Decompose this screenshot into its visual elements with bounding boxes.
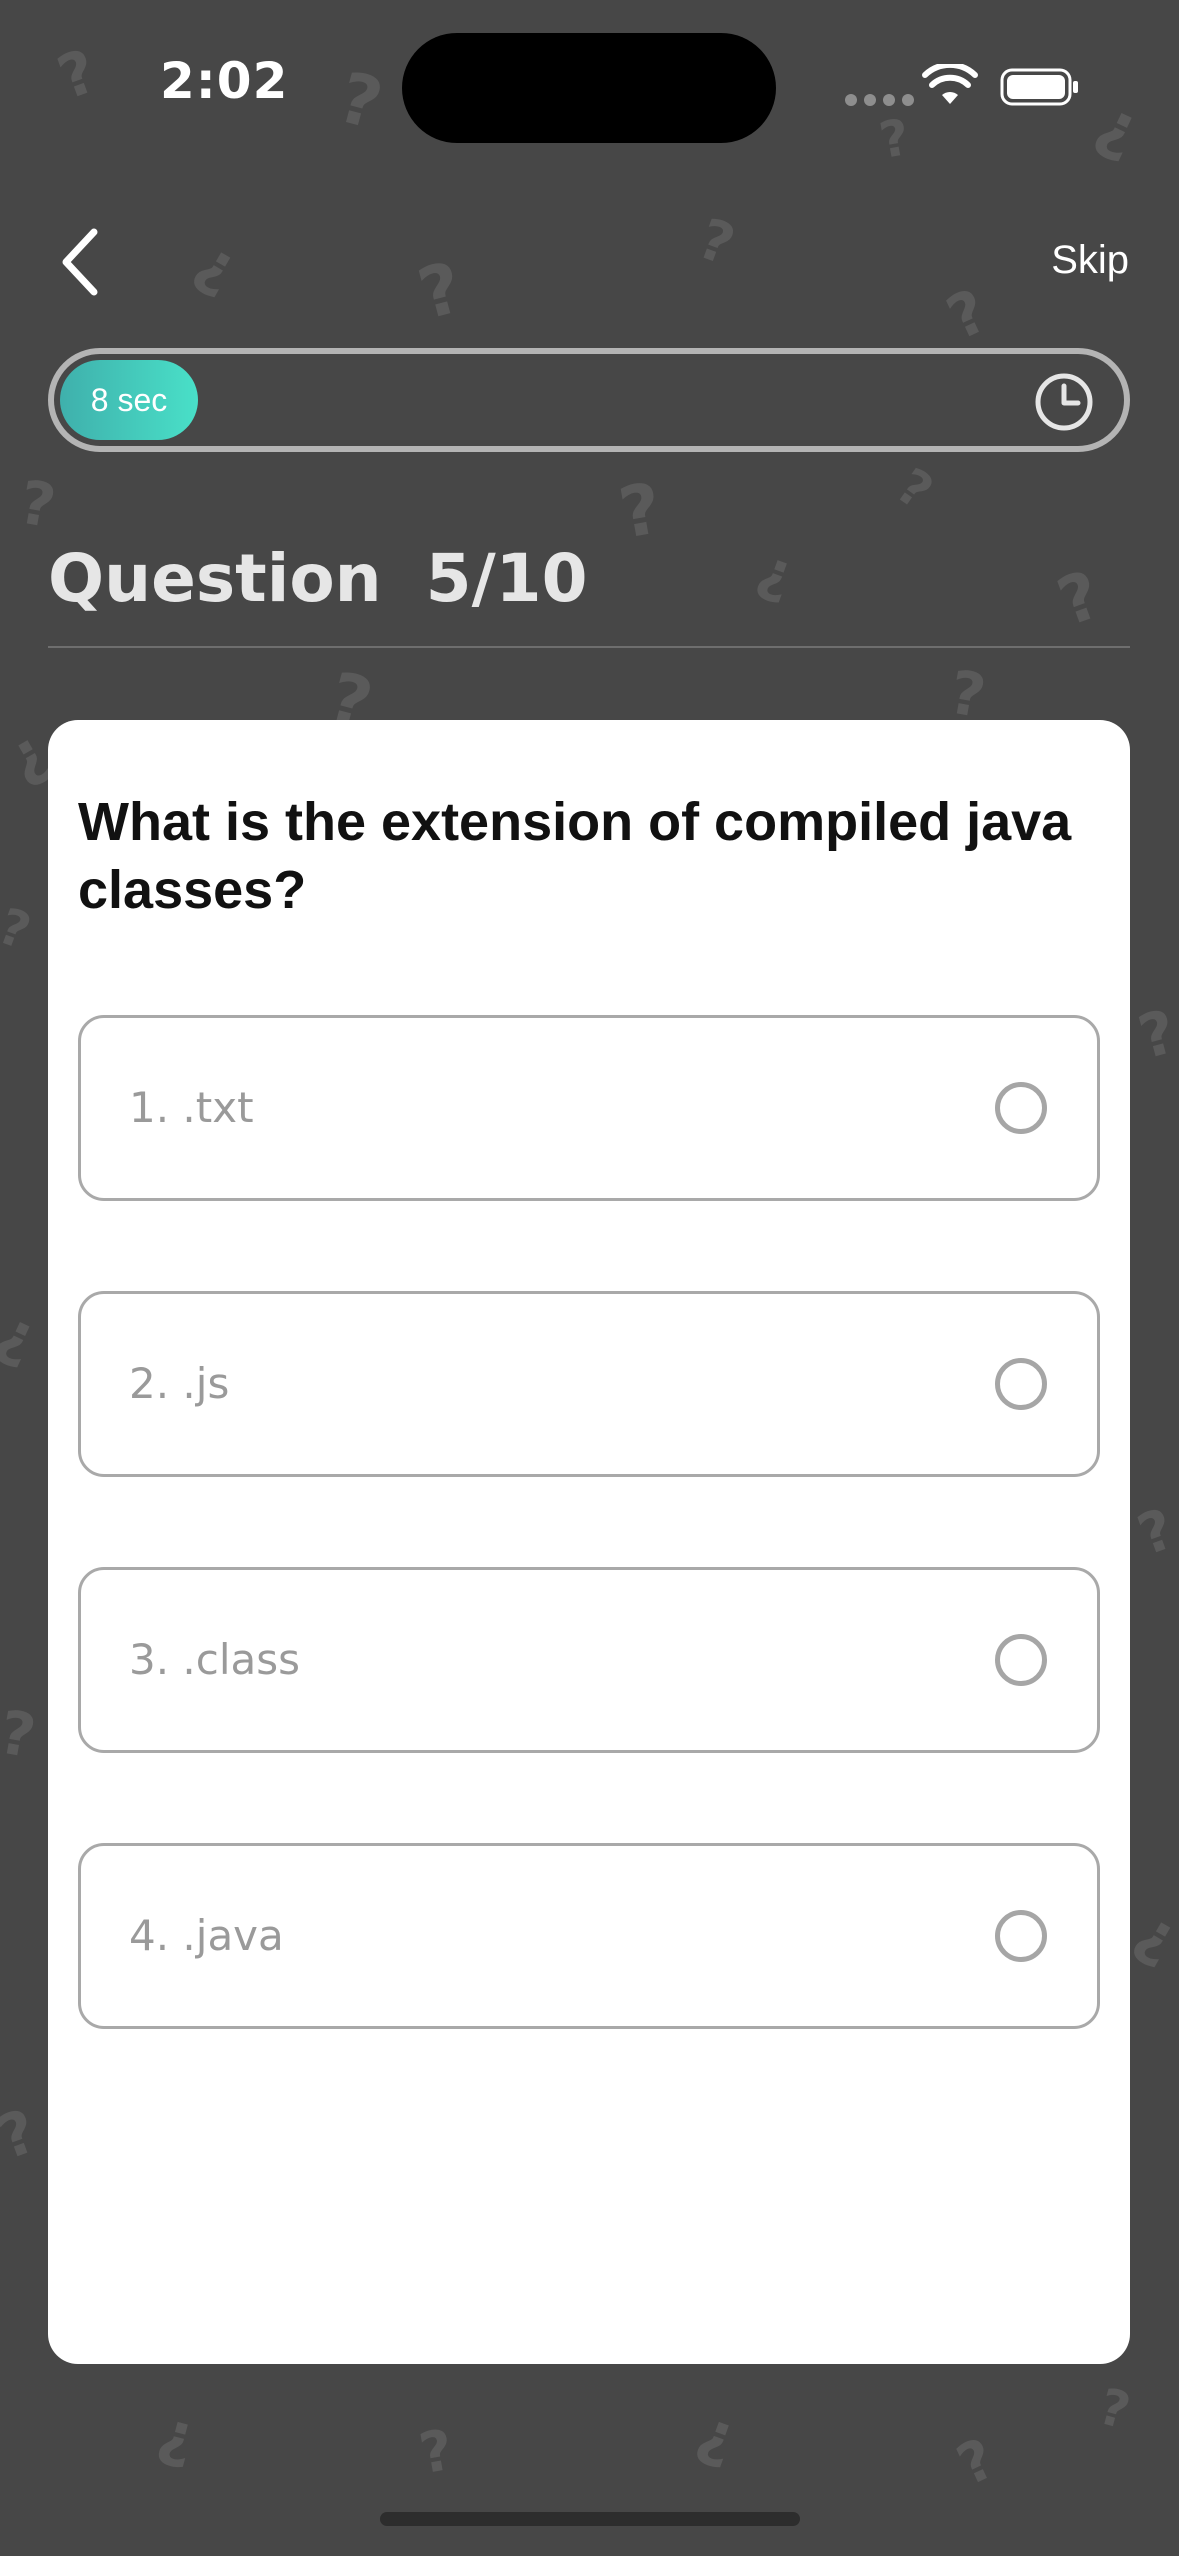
radio-button-icon[interactable] bbox=[995, 1358, 1047, 1410]
wifi-icon bbox=[922, 64, 978, 104]
cellular-signal-icon bbox=[845, 94, 914, 106]
radio-button-icon[interactable] bbox=[995, 1910, 1047, 1962]
answer-option-3[interactable]: 3. .class bbox=[78, 1567, 1100, 1753]
radio-button-icon[interactable] bbox=[995, 1634, 1047, 1686]
answer-option-1[interactable]: 1. .txt bbox=[78, 1015, 1100, 1201]
answer-option-label: 2. .js bbox=[129, 1359, 230, 1408]
home-indicator bbox=[380, 2512, 800, 2526]
answer-option-label: 3. .class bbox=[129, 1635, 301, 1684]
timer-progress-bar: 8 sec bbox=[48, 348, 1130, 452]
question-text: What is the extension of compiled java c… bbox=[78, 792, 1072, 920]
header-divider bbox=[48, 646, 1130, 648]
answer-option-2[interactable]: 2. .js bbox=[78, 1291, 1100, 1477]
skip-button[interactable]: Skip bbox=[1051, 238, 1129, 283]
question-card: What is the extension of compiled java c… bbox=[48, 720, 1130, 2364]
question-counter: 5/10 bbox=[425, 540, 588, 617]
timer-label: 8 sec bbox=[90, 381, 168, 418]
back-button[interactable] bbox=[54, 222, 114, 302]
radio-button-icon[interactable] bbox=[995, 1082, 1047, 1134]
answer-option-label: 4. .java bbox=[129, 1911, 284, 1960]
dynamic-island bbox=[402, 33, 776, 143]
status-time: 2:02 bbox=[160, 52, 289, 110]
answer-option-4[interactable]: 4. .java bbox=[78, 1843, 1100, 2029]
clock-icon bbox=[1035, 373, 1093, 431]
question-title: Question bbox=[48, 540, 382, 617]
timer-progress-fill: 8 sec bbox=[60, 360, 198, 440]
answer-option-label: 1. .txt bbox=[129, 1083, 254, 1132]
battery-icon bbox=[1000, 68, 1078, 106]
question-header: Question 5/10 bbox=[48, 540, 588, 617]
chevron-left-icon bbox=[62, 228, 98, 296]
